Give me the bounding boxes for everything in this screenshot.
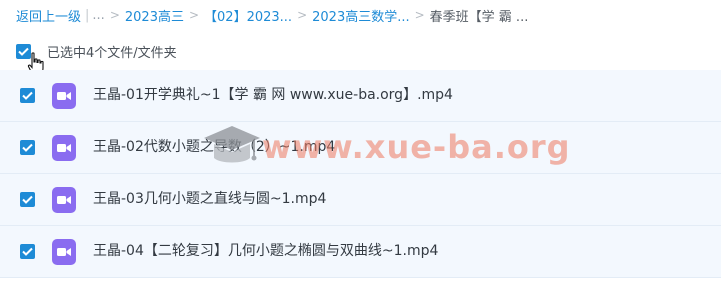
breadcrumb-ellipsis[interactable]: ...: [92, 8, 104, 23]
chevron-right-icon: >: [109, 8, 120, 22]
row-checkbox[interactable]: [20, 140, 35, 155]
divider: |: [85, 7, 90, 23]
file-name[interactable]: 王晶-03几何小题之直线与圆~1.mp4: [93, 174, 326, 225]
row-checkbox[interactable]: [20, 192, 35, 207]
selection-count: 已选中4个文件/文件夹: [47, 45, 177, 61]
back-link[interactable]: 返回上一级: [16, 6, 81, 25]
breadcrumb-item[interactable]: 【02】2023...: [204, 6, 292, 25]
breadcrumb: 返回上一级 | ... > 2023高三 > 【02】2023... > 202…: [16, 0, 716, 30]
breadcrumb-item[interactable]: 2023高三: [125, 6, 184, 25]
video-file-icon: [52, 187, 76, 213]
file-row[interactable]: 王晶-04【二轮复习】几何小题之椭圆与双曲线~1.mp4: [0, 226, 721, 278]
breadcrumb-item[interactable]: 2023高三数学...: [312, 6, 409, 25]
check-icon: [22, 143, 33, 152]
check-icon: [22, 247, 33, 256]
chevron-right-icon: >: [297, 8, 308, 22]
row-checkbox[interactable]: [20, 88, 35, 103]
file-row[interactable]: 王晶-03几何小题之直线与圆~1.mp4: [0, 174, 721, 226]
video-file-icon: [52, 135, 76, 161]
video-file-icon: [52, 83, 76, 109]
check-icon: [22, 91, 33, 100]
breadcrumb-current: 春季班【学 霸 ...: [429, 9, 529, 25]
file-name[interactable]: 王晶-04【二轮复习】几何小题之椭圆与双曲线~1.mp4: [93, 226, 438, 277]
file-row[interactable]: 王晶-01开学典礼~1【学 霸 网 www.xue-ba.org】.mp4: [0, 70, 721, 122]
chevron-right-icon: >: [414, 8, 425, 22]
file-name[interactable]: 王晶-01开学典礼~1【学 霸 网 www.xue-ba.org】.mp4: [93, 70, 453, 121]
check-icon: [22, 195, 33, 204]
file-row[interactable]: 王晶-02代数小题之导数（2）~1.mp4: [0, 122, 721, 174]
file-list: 王晶-01开学典礼~1【学 霸 网 www.xue-ba.org】.mp4 王晶…: [0, 70, 721, 278]
chevron-right-icon: >: [188, 8, 200, 22]
row-checkbox[interactable]: [20, 244, 35, 259]
file-name[interactable]: 王晶-02代数小题之导数（2）~1.mp4: [93, 122, 335, 173]
video-file-icon: [52, 239, 76, 265]
